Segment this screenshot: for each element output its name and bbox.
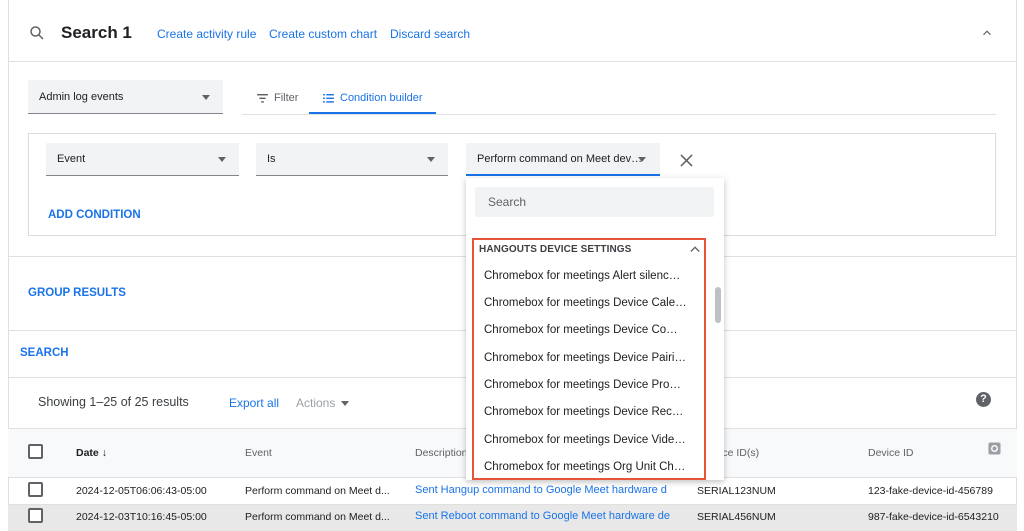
column-event[interactable]: Event <box>245 447 272 459</box>
column-settings-icon[interactable] <box>988 442 1001 455</box>
select-all-checkbox[interactable] <box>28 444 43 459</box>
column-description[interactable]: Description <box>415 447 468 459</box>
row-event: Perform command on Meet d... <box>245 485 390 497</box>
dropdown-option[interactable]: Chromebox for meetings Org Unit Ch… <box>484 461 685 473</box>
dropdown-group-label[interactable]: HANGOUTS DEVICE SETTINGS <box>479 244 631 255</box>
filter-icon <box>257 93 268 103</box>
chevron-up-icon[interactable] <box>690 245 700 253</box>
search-title: Search 1 <box>61 23 132 42</box>
row-device-id: 123-fake-device-id-456789 <box>868 485 993 497</box>
chevron-down-icon <box>638 157 646 162</box>
row-date: 2024-12-03T10:16:45-05:00 <box>76 511 207 523</box>
tab-condition-builder[interactable]: Condition builder <box>323 92 423 104</box>
active-tab-indicator <box>309 112 436 114</box>
row-checkbox[interactable] <box>28 508 43 523</box>
dropdown-scrollbar[interactable] <box>715 287 721 323</box>
arrow-down-icon: ↓ <box>101 447 107 459</box>
condition-operator-select[interactable]: Is <box>256 143 448 176</box>
dropdown-option[interactable]: Chromebox for meetings Device Vide… <box>484 434 686 446</box>
dropdown-option[interactable]: Chromebox for meetings Device Pairi… <box>484 352 686 364</box>
dropdown-option[interactable]: Chromebox for meetings Device Rec… <box>484 406 683 418</box>
add-condition-button[interactable]: ADD CONDITION <box>48 209 141 221</box>
create-activity-rule-link[interactable]: Create activity rule <box>157 27 256 41</box>
row-checkbox[interactable] <box>28 482 43 497</box>
tab-condition-builder-label: Condition builder <box>340 92 423 104</box>
tab-filter-label: Filter <box>274 92 299 104</box>
row-description-link[interactable]: Sent Hangup command to Google Meet hardw… <box>415 484 677 496</box>
column-date[interactable]: Date ↓ <box>76 447 107 459</box>
condition-field-value: Event <box>57 153 86 165</box>
dropdown-option[interactable]: Chromebox for meetings Device Cale… <box>484 297 687 309</box>
list-icon <box>323 93 334 103</box>
chevron-down-icon <box>202 95 210 100</box>
log-source-select[interactable]: Admin log events <box>28 80 223 114</box>
column-device-id[interactable]: Device ID <box>868 447 914 459</box>
search-button[interactable]: SEARCH <box>20 347 69 359</box>
chevron-up-icon[interactable] <box>980 26 994 40</box>
row-source-id: SERIAL123NUM <box>697 485 776 497</box>
dropdown-search-input[interactable]: Search <box>475 187 714 217</box>
row-source-id: SERIAL456NUM <box>697 511 776 523</box>
chevron-down-icon <box>341 400 350 406</box>
group-results-button[interactable]: GROUP RESULTS <box>28 287 126 299</box>
row-description-link[interactable]: Sent Reboot command to Google Meet hardw… <box>415 510 677 522</box>
actions-label: Actions <box>296 396 336 410</box>
close-icon[interactable] <box>680 154 693 167</box>
search-icon <box>30 26 44 40</box>
condition-value: Perform command on Meet dev… <box>477 152 643 165</box>
row-date: 2024-12-05T06:06:43-05:00 <box>76 485 207 497</box>
chevron-down-icon <box>218 157 226 162</box>
tab-filter[interactable]: Filter <box>257 92 298 104</box>
help-icon[interactable]: ? <box>976 392 991 407</box>
export-all-link[interactable]: Export all <box>229 396 279 410</box>
condition-operator-value: Is <box>267 153 276 165</box>
dropdown-option[interactable]: Chromebox for meetings Device Pro… <box>484 379 681 391</box>
condition-value-select[interactable]: Perform command on Meet dev… <box>466 143 660 176</box>
create-custom-chart-link[interactable]: Create custom chart <box>269 27 377 41</box>
condition-field-select[interactable]: Event <box>46 143 239 176</box>
row-event: Perform command on Meet d... <box>245 511 390 523</box>
discard-search-link[interactable]: Discard search <box>390 27 470 41</box>
chevron-down-icon <box>427 157 435 162</box>
row-device-id: 987-fake-device-id-6543210 <box>868 511 999 523</box>
results-count: Showing 1–25 of 25 results <box>38 395 189 409</box>
log-source-value: Admin log events <box>39 90 124 103</box>
dropdown-option[interactable]: Chromebox for meetings Alert silenc… <box>484 270 680 282</box>
actions-menu[interactable]: Actions <box>296 396 350 410</box>
dropdown-option[interactable]: Chromebox for meetings Device Co… <box>484 324 678 336</box>
